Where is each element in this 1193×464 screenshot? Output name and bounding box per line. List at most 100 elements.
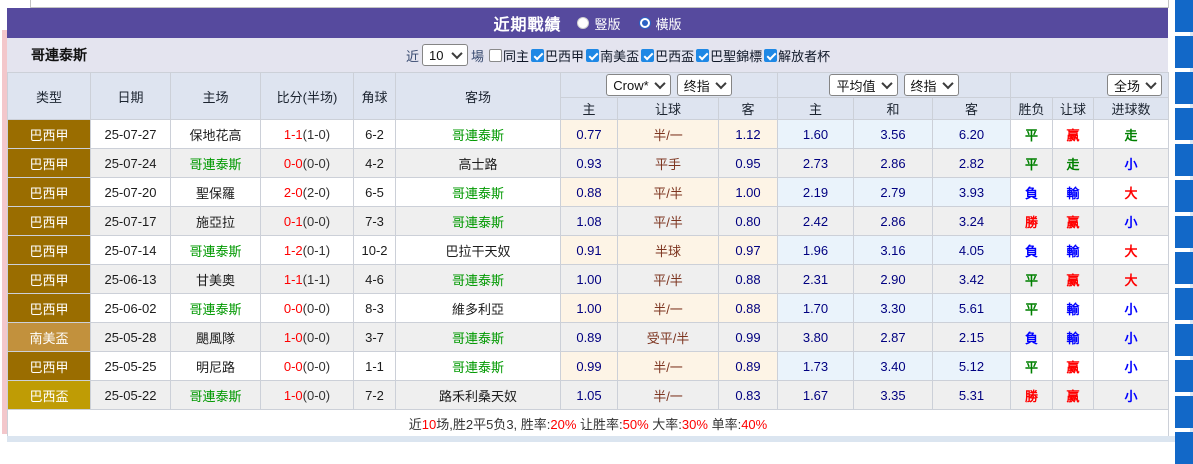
cell-euro-draw-odds: 2.87 <box>854 323 933 352</box>
cell-league: 巴西甲 <box>8 149 91 178</box>
cell-euro-away-odds: 2.82 <box>933 149 1011 178</box>
col-type: 类型 <box>8 73 91 120</box>
filter-label: 南美盃 <box>600 46 639 65</box>
cell-score: 1-1(1-1) <box>261 265 354 294</box>
cell-league: 巴西甲 <box>8 207 91 236</box>
summary-row: 近10场,胜2平5负3, 胜率:20% 让胜率:50% 大率:30% 单率:40… <box>8 410 1169 438</box>
cell-euro-home-odds: 2.19 <box>778 178 854 207</box>
cell-home-team: 保地花高 <box>171 120 261 149</box>
cell-euro-draw-odds: 2.86 <box>854 149 933 178</box>
cell-result-handicap: 輸 <box>1053 178 1094 207</box>
cell-corners: 6-2 <box>354 120 396 149</box>
filter-label: 巴聖錦標 <box>710 46 762 65</box>
col-euro-away: 客 <box>933 98 1011 120</box>
checkbox-icon <box>586 49 599 62</box>
bookmaker-stage-select[interactable]: 终指 <box>677 74 732 96</box>
side-link-block[interactable] <box>1175 324 1193 356</box>
side-link-block[interactable] <box>1175 252 1193 284</box>
summary-segment: 10 <box>422 417 436 432</box>
col-home: 主场 <box>171 73 261 120</box>
cell-euro-home-odds: 1.70 <box>778 294 854 323</box>
cell-result-wdl: 負 <box>1011 236 1053 265</box>
scope-select[interactable]: 全场 <box>1107 74 1162 96</box>
side-link-block[interactable] <box>1175 396 1193 428</box>
cell-home-team: 颶風隊 <box>171 323 261 352</box>
radio-label: 豎版 <box>594 14 620 33</box>
filter-巴西甲[interactable]: 巴西甲 <box>531 46 584 65</box>
layout-radio-option[interactable]: 豎版 <box>577 14 620 33</box>
summary-segment: 单率: <box>708 417 741 432</box>
summary-segment: 30% <box>682 417 708 432</box>
cell-euro-home-odds: 1.73 <box>778 352 854 381</box>
side-link-block[interactable] <box>1175 108 1193 140</box>
side-link-block[interactable] <box>1175 216 1193 248</box>
cell-away-team: 維多利亞 <box>396 294 561 323</box>
filter-label: 同主 <box>503 46 529 65</box>
filter-解放者杯[interactable]: 解放者杯 <box>764 46 830 65</box>
cell-league: 巴西甲 <box>8 120 91 149</box>
radio-icon <box>577 17 589 29</box>
cell-away-team: 路禾利桑天奴 <box>396 381 561 410</box>
side-link-block[interactable] <box>1175 180 1193 212</box>
checkbox-icon <box>641 49 654 62</box>
cell-result-goals: 大 <box>1094 178 1169 207</box>
cell-score: 2-0(2-0) <box>261 178 354 207</box>
chevron-down-icon <box>942 78 953 89</box>
side-link-block[interactable] <box>1175 72 1193 104</box>
cell-asian-handicap: 半球 <box>618 236 719 265</box>
side-link-block[interactable] <box>1175 36 1193 68</box>
layout-radio-selected[interactable]: 橫版 <box>639 14 682 33</box>
cell-result-goals: 小 <box>1094 352 1169 381</box>
cell-result-goals: 大 <box>1094 265 1169 294</box>
cell-league: 巴西甲 <box>8 265 91 294</box>
chevron-down-icon <box>715 78 726 89</box>
table-row: 巴西甲25-07-14哥連泰斯1-2(0-1)10-2巴拉干天奴0.91半球0.… <box>8 236 1169 265</box>
cell-asian-handicap: 平/半 <box>618 265 719 294</box>
side-link-block[interactable] <box>1175 288 1193 320</box>
cell-asian-away-odds: 0.83 <box>719 381 778 410</box>
result-group: 全场 <box>1011 73 1169 98</box>
side-link-block[interactable] <box>1175 432 1193 464</box>
cell-euro-draw-odds: 3.35 <box>854 381 933 410</box>
cell-result-handicap: 赢 <box>1053 381 1094 410</box>
side-link-block[interactable] <box>1175 360 1193 392</box>
cell-result-handicap: 走 <box>1053 149 1094 178</box>
side-link-block[interactable] <box>1175 144 1193 176</box>
cell-asian-handicap: 平/半 <box>618 207 719 236</box>
summary-text: 近10场,胜2平5负3, 胜率:20% 让胜率:50% 大率:30% 单率:40… <box>409 417 767 432</box>
cell-league: 巴西盃 <box>8 381 91 410</box>
cell-date: 25-05-28 <box>91 323 171 352</box>
filter-巴聖錦標[interactable]: 巴聖錦標 <box>696 46 762 65</box>
table-row: 巴西甲25-07-17施亞拉0-1(0-0)7-3哥連泰斯1.08平/半0.80… <box>8 207 1169 236</box>
cell-result-handicap: 輸 <box>1053 294 1094 323</box>
filter-巴西盃[interactable]: 巴西盃 <box>641 46 694 65</box>
checkbox-icon <box>531 49 544 62</box>
checkbox-icon <box>489 49 502 62</box>
cell-result-goals: 小 <box>1094 207 1169 236</box>
cell-date: 25-07-24 <box>91 149 171 178</box>
cell-result-goals: 小 <box>1094 149 1169 178</box>
summary-segment: 近 <box>409 417 422 432</box>
filter-南美盃[interactable]: 南美盃 <box>586 46 639 65</box>
col-euro-home: 主 <box>778 98 854 120</box>
cell-asian-away-odds: 0.89 <box>719 352 778 381</box>
cell-home-team: 聖保羅 <box>171 178 261 207</box>
scope-value: 全场 <box>1114 76 1140 95</box>
bookmaker-select[interactable]: Crow* <box>606 74 670 96</box>
cell-away-team: 哥連泰斯 <box>396 178 561 207</box>
cell-euro-draw-odds: 2.86 <box>854 207 933 236</box>
cell-corners: 4-2 <box>354 149 396 178</box>
filter-同主[interactable]: 同主 <box>489 46 529 65</box>
cell-league: 巴西甲 <box>8 352 91 381</box>
side-link-block[interactable] <box>1175 0 1193 32</box>
cell-result-goals: 走 <box>1094 120 1169 149</box>
cell-asian-home-odds: 0.99 <box>561 352 618 381</box>
cell-euro-away-odds: 2.15 <box>933 323 1011 352</box>
section-title-bar: 近期戰績 豎版橫版 <box>7 8 1168 38</box>
average-select[interactable]: 平均值 <box>829 74 897 96</box>
section-title: 近期戰績 <box>493 11 561 35</box>
cell-asian-home-odds: 1.05 <box>561 381 618 410</box>
average-stage-select[interactable]: 终指 <box>904 74 959 96</box>
chevron-down-icon <box>654 78 665 89</box>
match-count-select[interactable]: 10 <box>422 44 468 66</box>
